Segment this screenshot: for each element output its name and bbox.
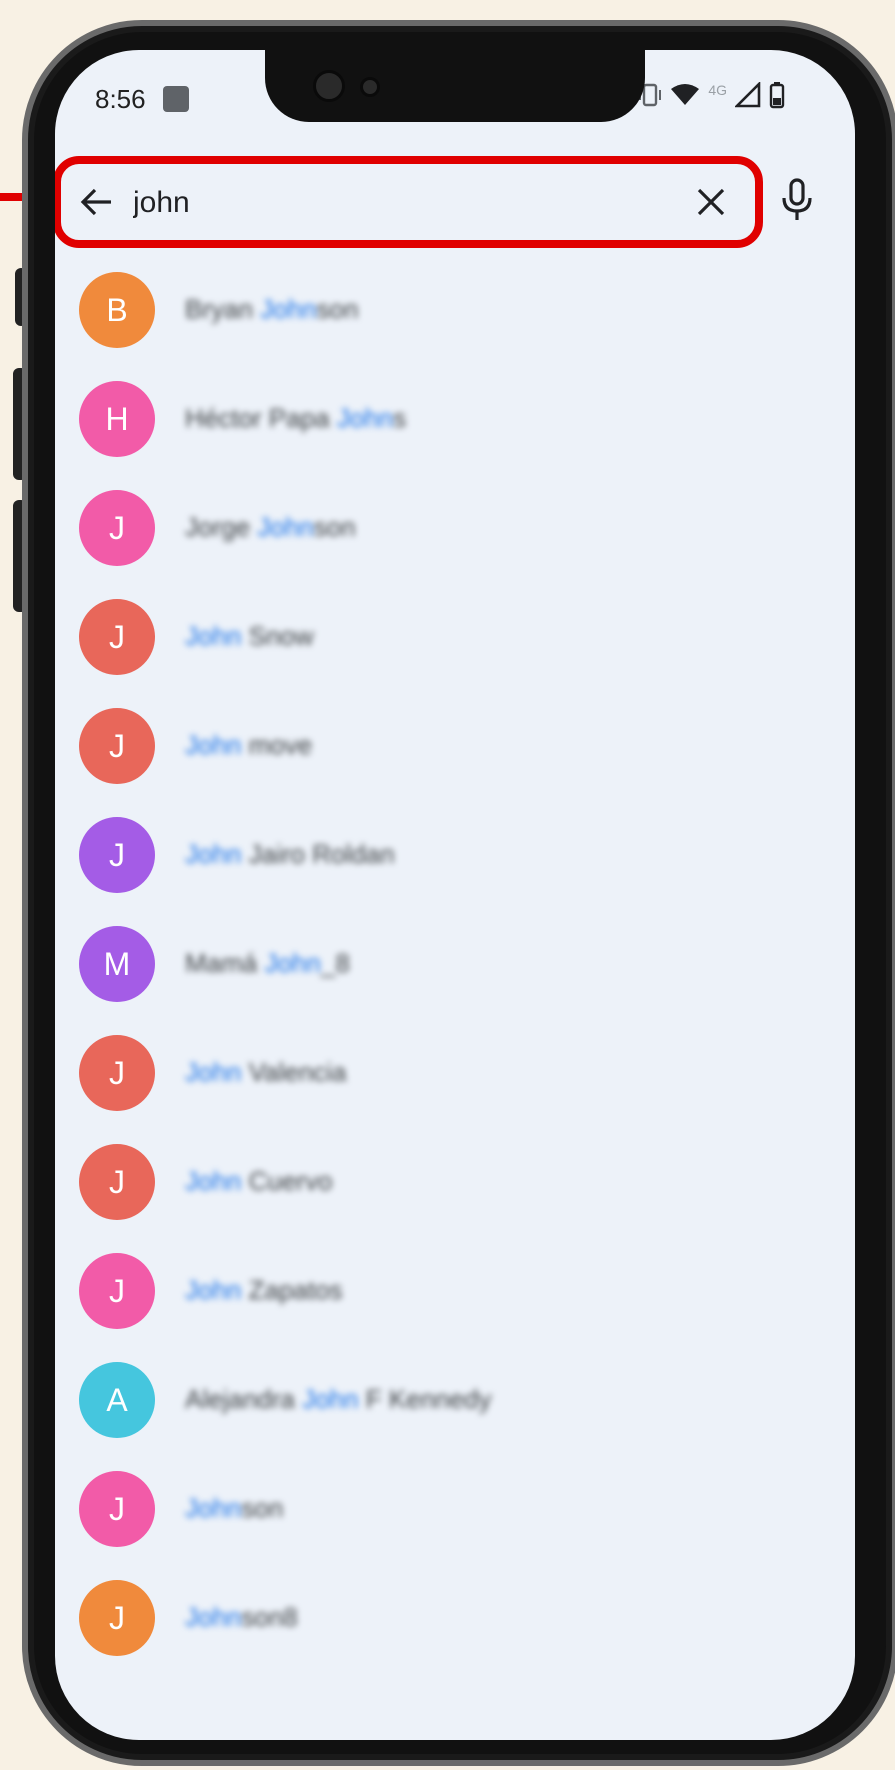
- name-after: son: [313, 512, 356, 542]
- contact-name: Johnson8: [185, 1602, 298, 1633]
- name-after: son: [316, 294, 359, 324]
- notification-icon: [163, 86, 189, 112]
- contact-results-list: B Bryan Johnson H Héctor Papa Johns J Jorge J…: [55, 256, 855, 1673]
- name-after: son: [241, 1493, 284, 1523]
- contact-row[interactable]: J Jorge Johnson: [55, 474, 855, 583]
- name-match-highlight: John: [185, 621, 242, 651]
- contact-name: Mamá John_8: [185, 948, 350, 979]
- avatar: J: [79, 708, 155, 784]
- name-match-highlight: John: [260, 294, 317, 324]
- search-input[interactable]: [131, 180, 605, 226]
- name-match-highlight: John: [185, 1275, 242, 1305]
- avatar: J: [79, 817, 155, 893]
- name-after: son8: [241, 1602, 298, 1632]
- name-match-highlight: John: [185, 1493, 242, 1523]
- name-after: Snow: [241, 621, 314, 651]
- contact-row[interactable]: M Mamá John_8: [55, 910, 855, 1019]
- contact-name: Jorge Johnson: [185, 512, 356, 543]
- avatar: B: [79, 272, 155, 348]
- contact-row[interactable]: H Héctor Papa Johns: [55, 365, 855, 474]
- contact-row[interactable]: J John Valencia: [55, 1019, 855, 1128]
- avatar: J: [79, 1580, 155, 1656]
- contact-row[interactable]: J John Cuervo: [55, 1128, 855, 1237]
- contact-row[interactable]: J Johnson8: [55, 1564, 855, 1673]
- avatar: J: [79, 490, 155, 566]
- name-match-highlight: John: [185, 730, 242, 760]
- avatar: J: [79, 1471, 155, 1547]
- name-after: _8: [320, 948, 350, 978]
- name-after: s: [393, 403, 407, 433]
- name-match-highlight: John: [185, 1602, 242, 1632]
- avatar: M: [79, 926, 155, 1002]
- name-after: Zapatos: [241, 1275, 343, 1305]
- phone-screen: 8:56 4G john B Bryan Johnson H Héctor Pa…: [55, 50, 855, 1740]
- name-after: F Kennedy: [358, 1384, 492, 1414]
- contact-name: John Zapatos: [185, 1275, 343, 1306]
- contact-name: John move: [185, 730, 312, 761]
- avatar: A: [79, 1362, 155, 1438]
- name-match-highlight: John: [257, 512, 314, 542]
- contact-row[interactable]: J John Zapatos: [55, 1237, 855, 1346]
- network-type: 4G: [708, 82, 727, 98]
- contact-name: Alejandra John F Kennedy: [185, 1384, 491, 1415]
- contact-name: John Cuervo: [185, 1166, 332, 1197]
- avatar: J: [79, 1253, 155, 1329]
- avatar: H: [79, 381, 155, 457]
- name-before: Jorge: [185, 512, 258, 542]
- close-icon[interactable]: [691, 182, 731, 222]
- avatar: J: [79, 599, 155, 675]
- status-icons: 4G: [638, 80, 785, 110]
- name-match-highlight: John: [185, 1057, 242, 1087]
- contact-row[interactable]: J John Snow: [55, 583, 855, 692]
- name-before: Mamá: [185, 948, 265, 978]
- contact-row[interactable]: B Bryan Johnson: [55, 256, 855, 365]
- contact-name: Johnson: [185, 1493, 283, 1524]
- status-time: 8:56: [95, 84, 146, 114]
- name-match-highlight: John: [185, 1166, 242, 1196]
- avatar: J: [79, 1144, 155, 1220]
- name-match-highlight: John: [302, 1384, 359, 1414]
- name-after: move: [241, 730, 313, 760]
- wifi-icon: [671, 84, 700, 105]
- name-before: Alejandra: [185, 1384, 303, 1414]
- contact-name: Bryan Johnson: [185, 294, 358, 325]
- contact-name: Héctor Papa Johns: [185, 403, 406, 434]
- name-match-highlight: John: [336, 403, 394, 433]
- front-camera: [313, 70, 345, 102]
- contact-row[interactable]: J John Jairo Roldan: [55, 801, 855, 910]
- sensor: [360, 77, 380, 97]
- search-box: [55, 156, 763, 248]
- name-after: Jairo Roldan: [241, 839, 395, 869]
- signal-icon: [735, 82, 761, 108]
- contact-name: John Valencia: [185, 1057, 346, 1088]
- name-after: Valencia: [241, 1057, 347, 1087]
- search-bar: [55, 146, 855, 256]
- name-match-highlight: John: [264, 948, 321, 978]
- back-arrow-icon[interactable]: [77, 182, 117, 222]
- contact-row[interactable]: J Johnson: [55, 1455, 855, 1564]
- contact-name: John Snow: [185, 621, 314, 652]
- battery-icon: [769, 82, 785, 109]
- camera-notch: [265, 50, 645, 122]
- name-match-highlight: John: [185, 839, 242, 869]
- name-before: Bryan: [185, 294, 261, 324]
- microphone-icon[interactable]: [777, 178, 817, 222]
- contact-row[interactable]: J John move: [55, 692, 855, 801]
- name-after: Cuervo: [241, 1166, 333, 1196]
- contact-name: John Jairo Roldan: [185, 839, 395, 870]
- avatar: J: [79, 1035, 155, 1111]
- contact-row[interactable]: A Alejandra John F Kennedy: [55, 1346, 855, 1455]
- name-before: Héctor Papa: [185, 403, 337, 433]
